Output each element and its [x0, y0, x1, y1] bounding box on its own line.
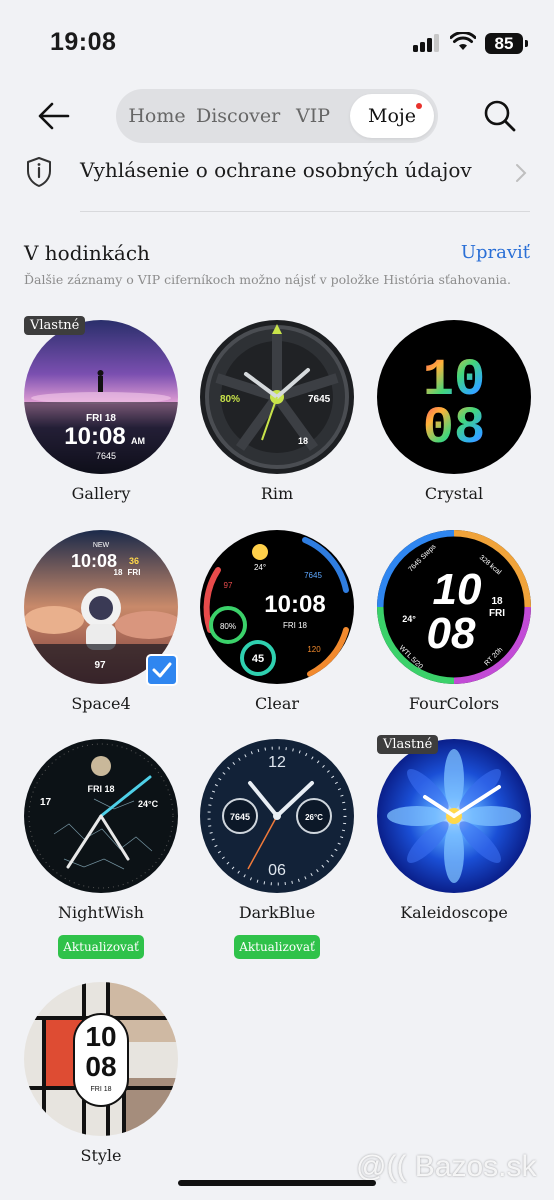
clear-time-text: 10:08 [264, 591, 325, 618]
tab-vip[interactable]: VIP [290, 89, 336, 143]
watch-face-name: DarkBlue [238, 903, 316, 922]
wifi-icon [450, 32, 476, 50]
edit-button[interactable]: Upraviť [461, 242, 530, 263]
update-button[interactable]: Aktualizovať [234, 935, 320, 959]
crystal-minute-text: 08 [423, 399, 485, 458]
custom-badge: Vlastné [377, 735, 439, 754]
watch-face-name: Style [80, 1146, 122, 1165]
style-minute-text: 08 [85, 1051, 116, 1082]
gallery-time-text: 10:08 [64, 423, 125, 450]
space4-time-text: 10:08 [71, 551, 117, 571]
darkblue-12-text: 12 [268, 754, 286, 771]
clear-temp-text: 24° [254, 563, 266, 572]
space4-heart-text: 97 [94, 660, 106, 671]
back-arrow-icon[interactable] [36, 98, 72, 134]
gallery-preview: FRI 18 10:08 AM 7645 [24, 320, 178, 474]
tab-home[interactable]: Home [126, 89, 188, 143]
rim-preview: 80% 7645 18 [200, 320, 354, 474]
fourcolors-hour-text: 10 [433, 565, 482, 614]
custom-badge: Vlastné [24, 316, 86, 335]
tab-moje-label: Moje [367, 105, 417, 127]
kaleidoscope-preview [377, 739, 531, 893]
section-title: V hodinkách [24, 241, 150, 265]
status-bar: 19:08 85 [0, 0, 554, 80]
watch-face-name: Crystal [424, 484, 484, 503]
nightwish-preview: FRI 18 17 24°C [24, 739, 178, 893]
clear-kcal-text: 120 [307, 645, 321, 654]
divider [80, 211, 530, 212]
watch-face-name: Clear [254, 694, 299, 713]
darkblue-steps-text: 7645 [230, 812, 250, 822]
darkblue-06-text: 06 [268, 862, 286, 879]
crystal-preview: 10 08 [377, 320, 531, 474]
tab-moje[interactable]: Moje [350, 94, 434, 138]
clear-heart-text: 97 [224, 581, 233, 590]
check-icon [152, 662, 172, 678]
space4-day-text: FRI [128, 568, 141, 577]
cellular-signal-icon [413, 34, 443, 52]
nightwish-temp-text: 24°C [138, 799, 159, 809]
search-icon[interactable] [482, 98, 518, 134]
nightwish-date-text: FRI 18 [87, 784, 114, 794]
space4-date-text: 18 [114, 568, 123, 577]
rim-battery-text: 80% [220, 394, 240, 405]
fourcolors-temp-text: 24° [402, 614, 416, 624]
space4-new-text: NEW [93, 542, 110, 549]
tab-discover[interactable]: Discover [196, 89, 280, 143]
selected-checkbox[interactable] [146, 654, 178, 686]
privacy-statement-label: Vyhlásenie o ochrane osobných údajov [80, 158, 472, 182]
rim-date-text: 18 [298, 436, 308, 446]
section-hint: Ďalšie záznamy o VIP ciferníkoch možno n… [24, 272, 511, 287]
watch-face-name: FourColors [408, 694, 500, 713]
chevron-right-icon [516, 164, 527, 182]
update-button[interactable]: Aktualizovať [58, 935, 144, 959]
watch-face-name: NightWish [58, 903, 144, 922]
nightwish-hour-text: 17 [40, 797, 52, 808]
shield-icon [27, 157, 51, 187]
notification-dot [416, 103, 422, 109]
privacy-statement-row[interactable]: Vyhlásenie o ochrane osobných údajov [0, 146, 554, 200]
darkblue-temp-text: 26°C [305, 813, 323, 822]
darkblue-preview: 12 06 7645 26°C [200, 739, 354, 893]
fourcolors-day-text: FRI [489, 608, 505, 619]
space4-temp-text: 36 [129, 556, 139, 566]
watch-face-name: Gallery [71, 484, 131, 503]
clear-preview: 24° 7645 97 10:08 FRI 18 80% 45 120 [200, 530, 354, 684]
status-time: 19:08 [50, 28, 117, 56]
rim-steps-text: 7645 [308, 394, 331, 405]
fourcolors-date-text: 18 [491, 596, 503, 607]
watch-face-name: Kaleidoscope [400, 903, 508, 922]
home-indicator[interactable] [178, 1180, 376, 1186]
style-preview: 10 08 FRI 18 [24, 982, 178, 1136]
fourcolors-preview: 7645 Steps 328 kcal 10 08 24° 18 FRI WTL… [377, 530, 531, 684]
fourcolors-minute-text: 08 [427, 609, 476, 658]
watermark: @(( Bazos.sk [356, 1150, 537, 1183]
style-hour-text: 10 [85, 1021, 116, 1052]
gallery-steps-text: 7645 [96, 451, 116, 461]
watch-face-name: Rim [260, 484, 294, 503]
tab-bar: Home Discover VIP Moje [116, 89, 438, 143]
gallery-ampm-text: AM [131, 436, 145, 446]
clear-steps-text: 7645 [304, 571, 322, 580]
clear-battery-text: 80% [220, 622, 236, 631]
clear-date-text: FRI 18 [283, 621, 308, 630]
watch-face-name: Space4 [71, 694, 131, 713]
style-date-text: FRI 18 [90, 1086, 111, 1093]
clear-activity-text: 45 [252, 653, 264, 665]
battery-icon: 85 [485, 33, 528, 54]
